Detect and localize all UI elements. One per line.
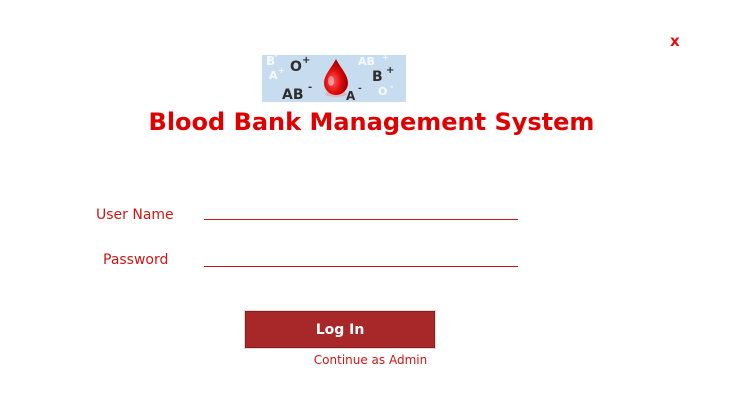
- blood-drop-icon: [324, 59, 348, 97]
- close-icon[interactable]: x: [670, 33, 680, 49]
- continue-as-admin-link[interactable]: Continue as Admin: [0, 352, 733, 368]
- app-title: Blood Bank Management System: [148, 108, 595, 136]
- username-label: User Name: [96, 207, 174, 223]
- blood-bank-logo: B - O + A + AB + B + AB - A - O -: [262, 55, 406, 102]
- login-button[interactable]: Log In: [245, 311, 435, 348]
- password-field[interactable]: [204, 248, 518, 267]
- password-label: Password: [103, 252, 169, 268]
- username-field[interactable]: [204, 201, 518, 220]
